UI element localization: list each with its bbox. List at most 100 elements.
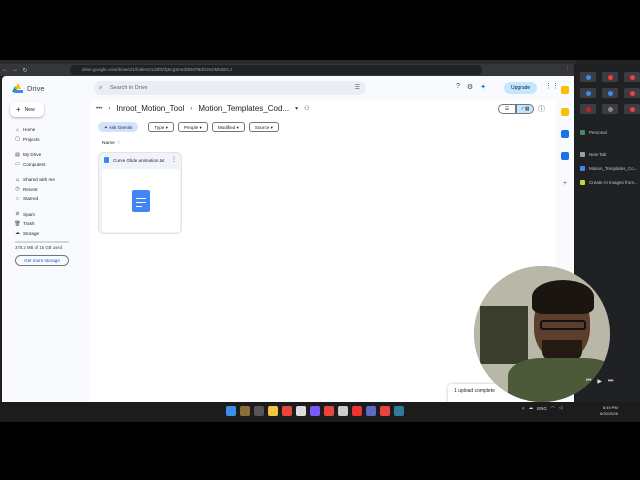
pinned-tab[interactable] <box>580 88 596 98</box>
reload-icon[interactable]: ↻ <box>20 67 30 74</box>
sidebar-item-my-drive[interactable]: ▤ My Drive <box>12 150 84 160</box>
taskbar-app-icon[interactable] <box>366 406 376 416</box>
start-icon[interactable] <box>226 406 236 416</box>
taskbar-app-icon[interactable] <box>352 406 362 416</box>
info-icon[interactable]: ⓘ <box>538 104 545 114</box>
back-icon[interactable]: ← <box>0 67 10 73</box>
taskbar-app-icon[interactable] <box>380 406 390 416</box>
breadcrumb-parent[interactable]: Inroot_Motion_Tool <box>116 104 184 113</box>
modified-filter[interactable]: Modified ▾ <box>211 122 245 132</box>
sidebar-item-starred[interactable]: ☆ Starred <box>12 194 84 204</box>
plus-icon: + <box>16 105 21 114</box>
panel-item-label: Personal <box>589 130 607 135</box>
drive-logo-text: Drive <box>27 83 45 93</box>
sidebar-item-home[interactable]: ⌂ Home <box>12 125 84 135</box>
calendar-icon[interactable] <box>561 86 569 94</box>
pinned-tabs <box>580 72 640 114</box>
browser-toolbar: ← → ↻ drive.google.com/drive/u/1/folders… <box>0 64 574 76</box>
drive-logo[interactable]: Drive <box>12 83 45 93</box>
chevron-up-icon[interactable]: ˄ <box>522 406 525 411</box>
ask-gemini-button[interactable]: ✦ Ask Gemini <box>98 122 139 132</box>
source-filter[interactable]: Source ▾ <box>248 122 279 132</box>
clock[interactable]: 8:49 PM 6/20/2026 <box>600 405 618 417</box>
new-tab-icon <box>580 152 585 157</box>
panel-item-personal[interactable]: Personal <box>580 130 607 135</box>
sidebar-item-label: Computers <box>23 161 46 167</box>
type-filter[interactable]: Type ▾ <box>148 122 174 132</box>
sidebar-item-recent[interactable]: ◷ Recent <box>12 185 84 195</box>
tasks-icon[interactable] <box>561 130 569 138</box>
next-icon[interactable]: ⏭ <box>608 378 613 385</box>
new-button[interactable]: + New <box>10 102 44 117</box>
file-card-header: Curve Glide animation.txt ⋮ <box>99 153 181 167</box>
pinned-tab[interactable] <box>624 88 640 98</box>
list-view-icon[interactable]: ☰ <box>498 104 516 114</box>
sidebar-item-projects[interactable]: ▢ Projects <box>12 135 84 145</box>
search-input[interactable]: ⌕ Search in Drive ☰ <box>94 81 366 95</box>
panel-item-new-tab[interactable]: New Tab <box>580 152 606 157</box>
chrome-icon[interactable] <box>282 406 292 416</box>
share-icon[interactable]: ⚇ <box>304 105 309 112</box>
upgrade-button[interactable]: Upgrade <box>504 82 538 94</box>
pinned-tab[interactable] <box>580 72 596 82</box>
play-icon[interactable]: ▶ <box>597 378 602 385</box>
star-icon: ☆ <box>15 195 20 202</box>
breadcrumb: ••• › Inroot_Motion_Tool › Motion_Templa… <box>96 104 309 113</box>
volume-icon[interactable]: ◁ <box>559 405 562 411</box>
keep-icon[interactable] <box>561 108 569 116</box>
pinned-tab[interactable] <box>580 104 596 114</box>
pinned-tab[interactable] <box>602 88 618 98</box>
gemini-icon[interactable]: ✦ <box>480 83 486 91</box>
pinned-tab[interactable] <box>624 72 640 82</box>
taskbar-app-icon[interactable] <box>338 406 348 416</box>
taskbar-app-icon[interactable] <box>254 406 264 416</box>
chevron-down-icon[interactable]: ▾ <box>295 105 298 112</box>
taskbar-app-icon[interactable] <box>324 406 334 416</box>
sidebar-item-computers[interactable]: ▭ Computers <box>12 160 84 170</box>
ask-gemini-label: Ask Gemini <box>108 125 133 130</box>
settings-icon[interactable]: ⚙ <box>467 83 473 91</box>
extensions-icon[interactable]: ⋮ <box>565 65 570 71</box>
taskbar: ˄ ☁ ENG ◠ ◁ 8:49 PM 6/20/2026 <box>0 402 640 422</box>
top-icons: ? ⚙ ✦ <box>456 83 486 91</box>
address-bar[interactable]: drive.google.com/drive/u/1/folders/1d4f0… <box>70 65 482 75</box>
file-explorer-icon[interactable] <box>268 406 278 416</box>
clock-icon: ◷ <box>15 186 20 193</box>
sidebar-item-shared[interactable]: ☺ Shared with me <box>12 175 84 185</box>
sidebar-item-storage[interactable]: ☁ Storage <box>12 229 84 239</box>
taskbar-app-icon[interactable] <box>310 406 320 416</box>
panel-item-create-ai[interactable]: Create AI Images from... <box>580 180 638 185</box>
taskbar-app-icon[interactable] <box>240 406 250 416</box>
contacts-icon[interactable] <box>561 152 569 160</box>
more-vert-icon[interactable]: ⋮ <box>171 156 177 163</box>
add-icon[interactable]: + <box>561 180 569 188</box>
sidebar-item-label: Projects <box>23 136 40 142</box>
filter-icon[interactable]: ☰ <box>355 81 360 95</box>
language-indicator[interactable]: ENG <box>537 406 547 411</box>
pinned-tab[interactable] <box>602 72 618 82</box>
help-icon[interactable]: ? <box>456 83 460 91</box>
wifi-icon[interactable]: ◠ <box>551 405 555 411</box>
get-storage-button[interactable]: Get more storage <box>15 254 69 266</box>
taskbar-app-icon[interactable] <box>296 406 306 416</box>
onedrive-icon[interactable]: ☁ <box>529 405 534 411</box>
sidebar-item-trash[interactable]: 🗑︎ Trash <box>12 219 84 229</box>
previous-icon[interactable]: ⏮ <box>586 378 591 385</box>
more-icon[interactable]: ••• <box>96 106 102 112</box>
sidebar-item-label: Spam <box>23 211 36 217</box>
name-column-label: Name <box>102 141 115 146</box>
taskbar-app-icon[interactable] <box>394 406 404 416</box>
people-filter[interactable]: People ▾ <box>177 122 208 132</box>
file-card[interactable]: Curve Glide animation.txt ⋮ <box>98 152 182 234</box>
chevron-right-icon: › <box>190 105 193 112</box>
pinned-tab[interactable] <box>602 104 618 114</box>
forward-icon[interactable]: → <box>10 67 20 73</box>
panel-item-motion-templates[interactable]: Motion_Templates_Co... <box>580 166 638 171</box>
sidebar-item-spam[interactable]: ⊘ Spam <box>12 210 84 220</box>
tab-favicon-icon <box>580 180 585 185</box>
name-sort-header[interactable]: Name ↑ <box>102 141 120 146</box>
doc-large-icon <box>132 189 150 212</box>
pinned-tab[interactable] <box>624 104 640 114</box>
breadcrumb-current[interactable]: Motion_Templates_Cod... <box>198 104 289 113</box>
grid-view-icon[interactable]: ✓▦ <box>516 104 534 114</box>
